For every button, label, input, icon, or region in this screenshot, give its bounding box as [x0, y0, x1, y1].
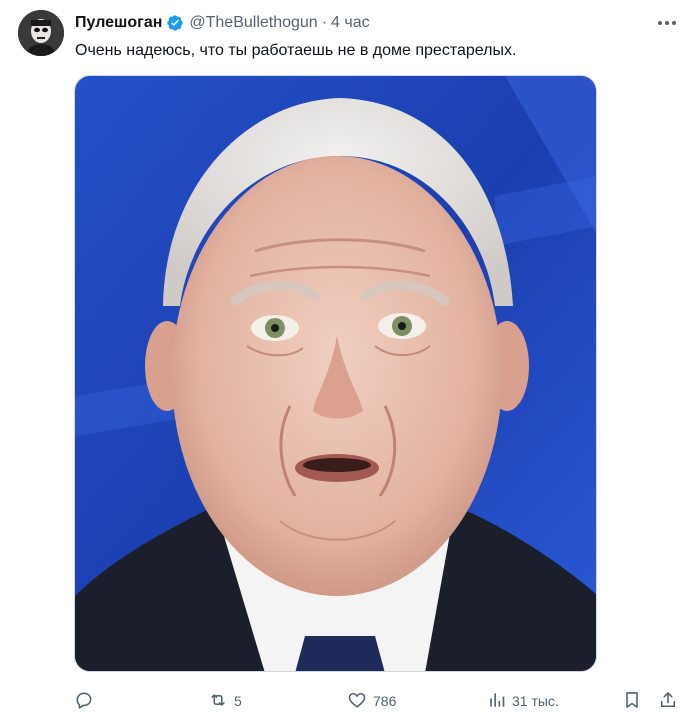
avatar-image — [18, 10, 64, 56]
share-icon — [658, 690, 678, 713]
views-chart-icon — [486, 690, 506, 713]
media-image — [75, 76, 596, 671]
tweet-timestamp[interactable]: 4 час — [331, 14, 370, 32]
bookmark-button[interactable] — [622, 688, 642, 714]
avatar[interactable] — [18, 10, 64, 56]
retweet-icon — [208, 690, 228, 713]
reply-icon — [74, 690, 94, 713]
author-name[interactable]: Пулешоган — [75, 14, 162, 32]
bookmark-icon — [622, 690, 642, 713]
header-separator: · — [321, 14, 328, 31]
retweet-button[interactable]: 5 — [208, 688, 242, 714]
verified-badge-icon — [166, 14, 184, 32]
more-dots-icon[interactable] — [656, 14, 678, 32]
tweet-header: Пулешоган @TheBullethogun · 4 час — [75, 13, 640, 33]
share-button[interactable] — [658, 688, 678, 714]
retweet-count: 5 — [234, 693, 242, 709]
author-handle[interactable]: @TheBullethogun — [189, 14, 317, 32]
heart-icon — [347, 690, 367, 713]
tweet-text: Очень надеюсь, что ты работаешь не в дом… — [75, 42, 517, 59]
tweet-actions: 5 786 31 тыс. — [74, 688, 686, 714]
tweet-media-photo[interactable] — [74, 75, 597, 672]
tweet-card[interactable]: Пулешоган @TheBullethogun · 4 час Очень … — [0, 0, 700, 728]
like-count: 786 — [373, 693, 397, 709]
views-count: 31 тыс. — [512, 693, 559, 709]
views-button[interactable]: 31 тыс. — [486, 688, 559, 714]
reply-button[interactable] — [74, 688, 100, 714]
like-button[interactable]: 786 — [347, 688, 396, 714]
